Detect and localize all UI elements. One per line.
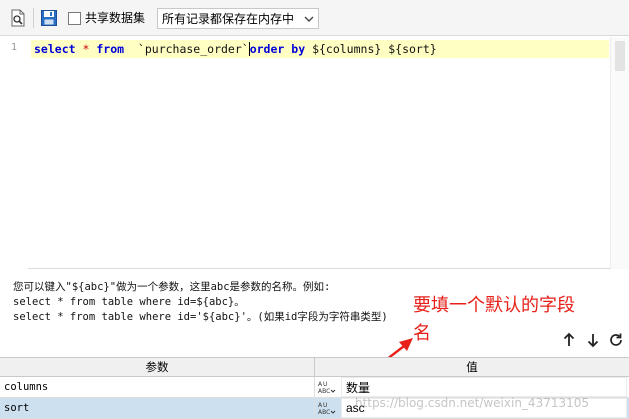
keyword-order: order bbox=[249, 42, 285, 56]
annotation-line-1: 要填一个默认的字段 bbox=[413, 295, 575, 316]
storage-mode-value: 所有记录都保存在内存中 bbox=[162, 12, 295, 26]
column-header-value[interactable]: 值 bbox=[315, 358, 629, 376]
arrow-up-icon[interactable] bbox=[561, 332, 577, 348]
line-number: 1 bbox=[11, 42, 18, 53]
param-value-cell: A U ABC 数量 bbox=[315, 377, 629, 397]
toolbar-separator bbox=[33, 8, 34, 28]
param-value-cell: A U ABC asc bbox=[315, 398, 629, 418]
param-value-input[interactable]: 数量 bbox=[341, 377, 627, 397]
share-dataset-option[interactable]: 共享数据集 bbox=[68, 11, 145, 25]
keyword-from: from bbox=[96, 42, 125, 56]
help-line-3: select * from table where id='${abc}'。(如… bbox=[13, 311, 388, 323]
token-table-name: `purchase_order` bbox=[137, 42, 249, 56]
sql-code-line[interactable]: select * from `purchase_order`order by $… bbox=[34, 41, 437, 57]
column-header-param[interactable]: 参数 bbox=[0, 358, 315, 376]
editor-scrollbar[interactable] bbox=[610, 37, 629, 269]
grid-header: 参数 值 bbox=[0, 358, 629, 377]
token-params: ${columns} ${sort} bbox=[312, 42, 437, 56]
abc-type-icon[interactable]: A U ABC bbox=[315, 398, 339, 418]
toolbar: 共享数据集 所有记录都保存在内存中 bbox=[0, 0, 629, 36]
param-name-cell: columns bbox=[0, 377, 315, 397]
param-name-cell: sort bbox=[0, 398, 315, 418]
keyword-by: by bbox=[291, 42, 306, 56]
svg-text:U: U bbox=[323, 381, 327, 388]
table-row[interactable]: sort A U ABC asc bbox=[0, 398, 629, 419]
scrollbar-thumb[interactable] bbox=[615, 41, 625, 71]
sql-editor[interactable]: 1 select * from `purchase_order`order by… bbox=[0, 37, 629, 269]
token-star: * bbox=[82, 42, 90, 56]
help-line-1: 您可以键入"${abc}"做为一个参数，这里abc是参数的名称。例如: bbox=[13, 281, 331, 293]
line-gutter: 1 bbox=[0, 37, 28, 269]
table-row[interactable]: columns A U ABC 数量 bbox=[0, 377, 629, 398]
abc-type-icon[interactable]: A U ABC bbox=[315, 377, 339, 397]
chevron-down-icon[interactable] bbox=[300, 9, 318, 28]
refresh-icon[interactable] bbox=[608, 332, 624, 348]
share-dataset-label: 共享数据集 bbox=[85, 11, 146, 25]
param-value-input[interactable]: asc bbox=[341, 398, 627, 418]
keyword-select: select bbox=[34, 42, 76, 56]
parameter-help-text: 您可以键入"${abc}"做为一个参数，这里abc是参数的名称。例如: sele… bbox=[13, 280, 388, 325]
arrow-down-icon[interactable] bbox=[585, 332, 601, 348]
help-line-2: select * from table where id=${abc}。 bbox=[13, 296, 245, 308]
storage-mode-select[interactable]: 所有记录都保存在内存中 bbox=[157, 8, 319, 29]
parameter-grid: 参数 值 columns A U ABC 数量 sort A U ABC asc bbox=[0, 357, 629, 419]
save-icon[interactable] bbox=[40, 9, 58, 27]
share-dataset-checkbox[interactable] bbox=[68, 11, 81, 25]
svg-text:ABC: ABC bbox=[318, 388, 330, 395]
svg-text:ABC: ABC bbox=[318, 409, 330, 416]
svg-text:U: U bbox=[323, 402, 327, 409]
preview-icon[interactable] bbox=[9, 9, 27, 27]
